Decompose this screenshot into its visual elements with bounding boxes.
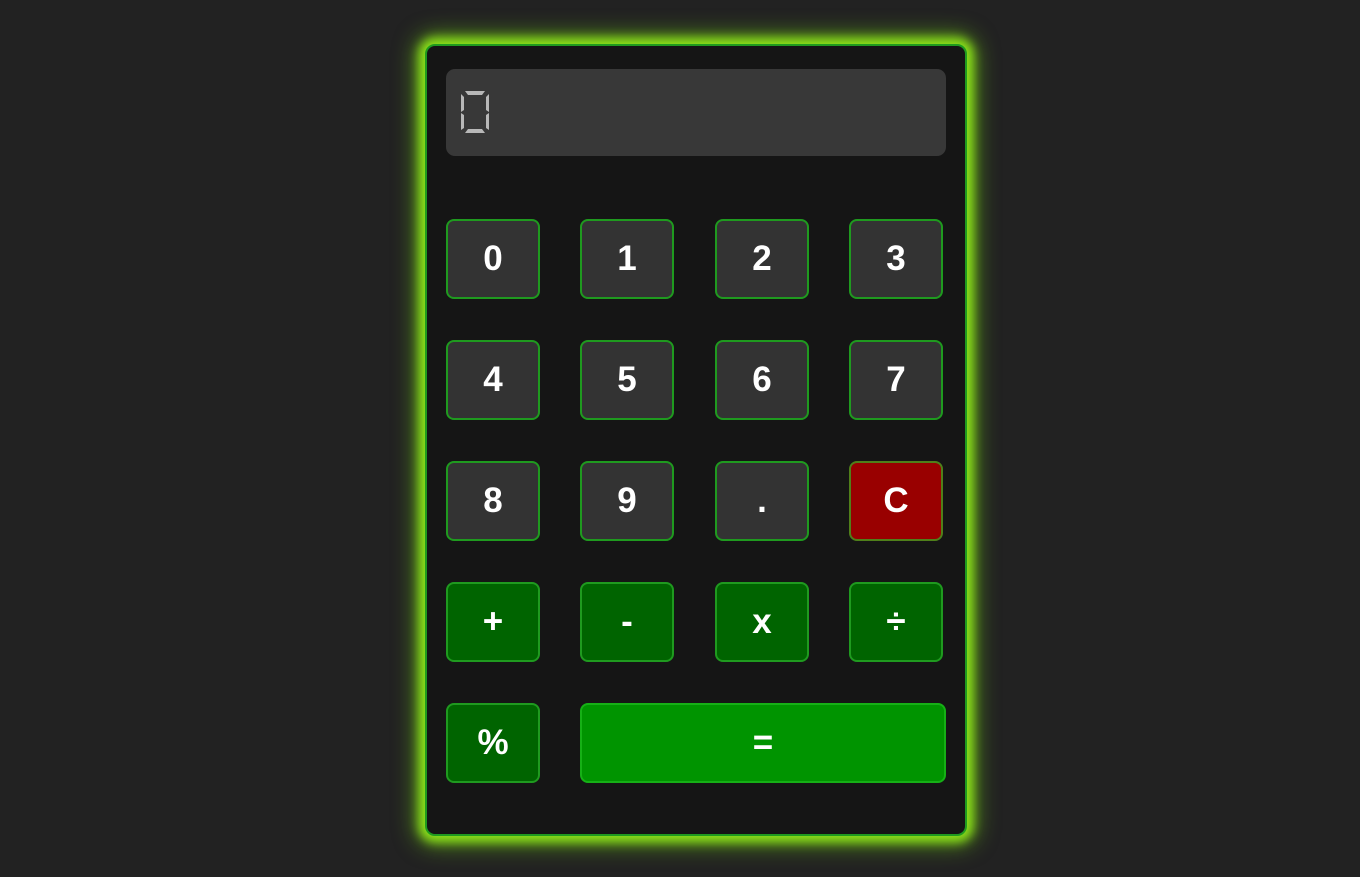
digit-9-button[interactable]: 9 — [580, 461, 674, 541]
digit-8-button[interactable]: 8 — [446, 461, 540, 541]
add-button[interactable]: + — [446, 582, 540, 662]
digit-0-button[interactable]: 0 — [446, 219, 540, 299]
digit-3-button[interactable]: 3 — [849, 219, 943, 299]
seven-segment-digit — [461, 91, 489, 133]
calculator-body: 0 0 1 2 3 4 5 6 7 8 9 . C + - x ÷ % = — [425, 44, 967, 836]
percent-button[interactable]: % — [446, 703, 540, 783]
equals-button[interactable]: = — [580, 703, 946, 783]
digit-1-button[interactable]: 1 — [580, 219, 674, 299]
subtract-button[interactable]: - — [580, 582, 674, 662]
digit-6-button[interactable]: 6 — [715, 340, 809, 420]
divide-button[interactable]: ÷ — [849, 582, 943, 662]
calculator-display: 0 — [446, 69, 946, 156]
digit-4-button[interactable]: 4 — [446, 340, 540, 420]
digit-7-button[interactable]: 7 — [849, 340, 943, 420]
multiply-button[interactable]: x — [715, 582, 809, 662]
decimal-button[interactable]: . — [715, 461, 809, 541]
digit-2-button[interactable]: 2 — [715, 219, 809, 299]
digit-5-button[interactable]: 5 — [580, 340, 674, 420]
display-value: 0 — [446, 69, 447, 70]
clear-button[interactable]: C — [849, 461, 943, 541]
